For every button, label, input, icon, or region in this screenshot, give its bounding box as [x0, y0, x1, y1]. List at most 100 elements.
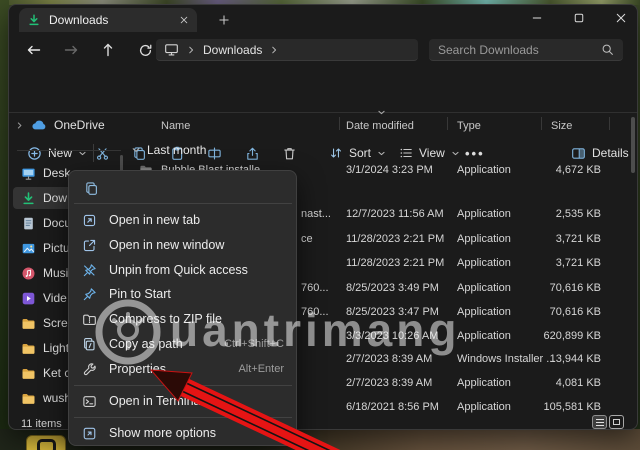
context-menu-icon-row: [77, 175, 105, 201]
column-separator[interactable]: [541, 117, 542, 130]
forward-icon[interactable]: [62, 41, 80, 59]
taskbar-app-icon[interactable]: [26, 435, 66, 450]
file-date: 3/3/2023 10:26 AM: [346, 327, 438, 345]
menu-item-shortcut: Ctrl+Shift+C: [224, 338, 284, 350]
column-separator[interactable]: [609, 117, 610, 130]
file-date: 11/28/2023 2:21 PM: [346, 254, 444, 272]
command-bar: New: [9, 67, 637, 113]
sidebar-divider: [17, 150, 121, 151]
downloads-tab-icon: [27, 13, 41, 27]
pin-icon: [82, 287, 97, 302]
column-header-name[interactable]: Name: [161, 120, 190, 132]
minimize-button[interactable]: [531, 12, 543, 24]
menu-divider: [74, 203, 292, 204]
items-count: 11 items: [21, 418, 62, 430]
file-name-fragment: 760...: [301, 303, 329, 321]
close-button[interactable]: [615, 12, 627, 24]
file-size: 3,721 KB: [499, 230, 601, 248]
file-date: 2/7/2023 8:39 AM: [346, 350, 432, 368]
file-name-fragment: nast...: [301, 205, 331, 223]
menu-item-label: Copy as path: [109, 337, 212, 351]
properties-wrench-icon: [82, 362, 97, 377]
taskbar-app-glyph: [37, 439, 56, 450]
menu-item-label: Pin to Start: [109, 287, 284, 301]
tab-title: Downloads: [49, 13, 171, 27]
menu-divider: [74, 385, 292, 386]
file-size: 70,616 KB: [499, 279, 601, 297]
sidebar-item-onedrive[interactable]: OneDrive: [13, 114, 125, 136]
window-controls: [531, 5, 627, 31]
back-icon[interactable]: [25, 41, 43, 59]
up-icon[interactable]: [99, 41, 117, 59]
sort-direction-chevron-icon[interactable]: [377, 108, 386, 117]
menu-item-label: Show more options: [109, 426, 284, 440]
address-bar[interactable]: Downloads: [156, 39, 418, 61]
file-date: 11/28/2023 2:21 PM: [346, 230, 444, 248]
sidebar-item-label: Dow: [43, 191, 67, 205]
file-name-fragment: 760...: [301, 279, 329, 297]
menu-item-label: Properties: [109, 362, 226, 376]
expand-chevron-icon[interactable]: [15, 121, 24, 130]
collapse-chevron-icon[interactable]: [131, 145, 141, 155]
details-button-label: Details: [592, 146, 629, 160]
file-date: 8/25/2023 3:47 PM: [346, 303, 439, 321]
sidebar-item-label: OneDrive: [54, 118, 105, 132]
breadcrumb-chevron-icon: [186, 45, 196, 55]
menu-item-label: Open in new tab: [109, 213, 284, 227]
file-name-fragment: ce: [301, 230, 313, 248]
menu-item-label: Open in new window: [109, 238, 284, 252]
details-view-toggle[interactable]: [592, 415, 607, 429]
column-header-date-modified[interactable]: Date modified: [346, 120, 414, 132]
column-header-size[interactable]: Size: [551, 120, 572, 132]
chevron-down-icon: [377, 149, 386, 158]
menu-item-copy-as-path[interactable]: Copy as path Ctrl+Shift+C: [74, 332, 292, 356]
search-box[interactable]: [429, 39, 623, 61]
sort-icon: [329, 146, 343, 160]
search-input[interactable]: [438, 43, 601, 57]
menu-item-pin-to-start[interactable]: Pin to Start: [74, 282, 292, 306]
breadcrumb-downloads[interactable]: Downloads: [203, 43, 262, 57]
column-separator[interactable]: [339, 117, 340, 130]
menu-item-open-in-new-tab[interactable]: Open in new tab: [74, 208, 292, 232]
tab-downloads[interactable]: Downloads: [19, 8, 197, 32]
file-date: 8/25/2023 3:49 PM: [346, 279, 439, 297]
file-date: 3/1/2024 3:23 PM: [346, 161, 433, 179]
file-date: 12/7/2023 11:56 AM: [346, 205, 444, 223]
menu-item-shortcut: Alt+Enter: [238, 363, 284, 375]
screenshot-root: Downloads: [0, 0, 640, 450]
maximize-button[interactable]: [573, 12, 585, 24]
group-header-last-month[interactable]: Last month: [131, 141, 206, 159]
file-size: 3,721 KB: [499, 254, 601, 272]
menu-item-unpin-from-quick-access[interactable]: Unpin from Quick access: [74, 258, 292, 282]
menu-item-properties[interactable]: Properties Alt+Enter: [74, 357, 292, 381]
file-size: 620,899 KB: [499, 327, 601, 345]
new-tab-button[interactable]: [213, 10, 235, 30]
menu-item-show-more-options[interactable]: Show more options: [74, 421, 292, 445]
column-header-type[interactable]: Type: [457, 120, 481, 132]
refresh-icon[interactable]: [136, 41, 154, 59]
copy-icon[interactable]: [77, 176, 105, 200]
file-size: 70,616 KB: [499, 303, 601, 321]
column-separator[interactable]: [447, 117, 448, 130]
zip-folder-icon: [82, 312, 97, 327]
menu-item-label: Compress to ZIP file: [109, 312, 284, 326]
onedrive-cloud-icon: [31, 117, 47, 133]
menu-item-open-in-terminal[interactable]: Open in Terminal: [74, 389, 292, 413]
breadcrumb-chevron-icon-2[interactable]: [269, 45, 279, 55]
show-more-options-icon: [82, 426, 97, 441]
new-plus-circle-icon: [27, 146, 42, 161]
menu-divider: [74, 417, 292, 418]
terminal-icon: [82, 394, 97, 409]
tab-bar: Downloads: [9, 5, 637, 32]
downloads-icon: [21, 191, 36, 206]
view-list-icon: [399, 146, 413, 160]
sort-button-label: Sort: [349, 146, 371, 160]
file-size: 4,672 KB: [499, 161, 601, 179]
copy-as-path-icon: [82, 337, 97, 352]
menu-item-open-in-new-window[interactable]: Open in new window: [74, 233, 292, 257]
thumbnail-view-toggle[interactable]: [609, 415, 624, 429]
this-pc-icon[interactable]: [164, 42, 179, 57]
tab-close-icon[interactable]: [179, 15, 189, 25]
menu-item-compress-to-zip[interactable]: Compress to ZIP file: [74, 307, 292, 331]
search-icon[interactable]: [601, 43, 614, 56]
